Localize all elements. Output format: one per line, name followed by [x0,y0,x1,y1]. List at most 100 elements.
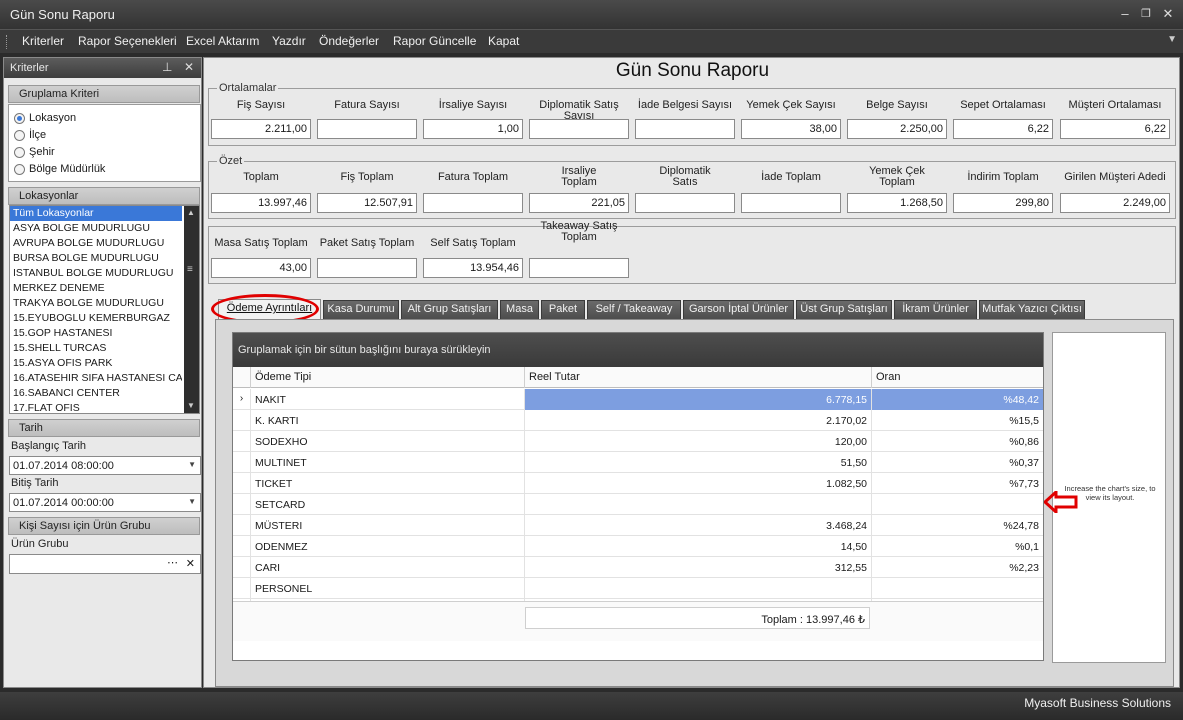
cell-reel-tutar[interactable]: 120,00 [524,431,871,452]
field-value[interactable]: 13.954,46 [423,258,523,278]
cell-oran[interactable]: %7,73 [871,473,1043,494]
tab-6[interactable]: Garson İptal Ürünler [683,300,794,319]
cell-odeme-tipi[interactable]: ODENMEZ [250,536,524,557]
menu-rapor-secenekleri[interactable]: Rapor Seçenekleri [78,34,177,48]
cell-reel-tutar[interactable]: 3.468,24 [524,515,871,536]
menu-yazdir[interactable]: Yazdır [272,34,306,48]
location-item[interactable]: MERKEZ DENEME [10,281,182,296]
start-date-field[interactable]: 01.07.2014 08:00:00 ▼ [9,456,201,475]
group-panel[interactable]: Gruplamak için bir sütun başlığını buray… [233,333,1043,367]
radio-ilce[interactable]: İlçe [14,127,46,143]
cell-odeme-tipi[interactable]: SETCARD [250,494,524,515]
location-item[interactable]: Tüm Lokasyonlar [10,206,182,221]
location-item[interactable]: 16.SABANCI CENTER [10,386,182,401]
table-row[interactable]: ODENMEZ 14,50 %0,1 [233,536,1043,557]
close-panel-icon[interactable]: ✕ [184,60,194,74]
location-item[interactable]: AVRUPA BOLGE MUDURLUGU [10,236,182,251]
field-value[interactable]: 1,00 [423,119,523,139]
radio-sehir[interactable]: Şehir [14,144,55,160]
field-value[interactable]: 6,22 [953,119,1053,139]
cell-odeme-tipi[interactable]: SODEXHO [250,431,524,452]
field-value[interactable]: 299,80 [953,193,1053,213]
cell-reel-tutar[interactable]: 312,55 [524,557,871,578]
field-value[interactable]: 43,00 [211,258,311,278]
table-row[interactable]: TICKET 1.082,50 %7,73 [233,473,1043,494]
field-value[interactable] [529,119,629,139]
field-value[interactable]: 221,05 [529,193,629,213]
menu-kapat[interactable]: Kapat [488,34,519,48]
cell-oran[interactable] [871,494,1043,515]
cell-reel-tutar[interactable]: 6.778,15 [524,389,871,410]
cell-odeme-tipi[interactable]: PERSONEL [250,578,524,599]
tab-7[interactable]: Üst Grup Satışları [796,300,892,319]
menu-kriterler[interactable]: Kriterler [22,34,64,48]
field-value[interactable]: 2.250,00 [847,119,947,139]
field-value[interactable]: 6,22 [1060,119,1170,139]
cell-oran[interactable]: %2,23 [871,557,1043,578]
field-value[interactable] [635,193,735,213]
table-row[interactable]: SETCARD [233,494,1043,515]
location-item[interactable]: 16.ATASEHIR SIFA HASTANESI CA [10,371,182,386]
menu-excel-aktarim[interactable]: Excel Aktarım [186,34,259,48]
dropdown-arrow-icon[interactable]: ▼ [188,460,196,469]
table-row[interactable]: › NAKIT 6.778,15 %48,42 [233,389,1043,410]
location-item[interactable]: 15.ASYA OFIS PARK [10,356,182,371]
tab-3[interactable]: Masa [500,300,539,319]
tab-2[interactable]: Alt Grup Satışları [401,300,498,319]
cell-reel-tutar[interactable] [524,494,871,515]
cell-oran[interactable]: %48,42 [871,389,1043,410]
column-header-odeme-tipi[interactable]: Ödeme Tipi [250,367,524,388]
field-value[interactable]: 13.997,46 [211,193,311,213]
cell-odeme-tipi[interactable]: NAKIT [250,389,524,410]
locations-scrollbar[interactable]: ▲ ≡ ▼ [184,206,199,413]
scroll-grip-icon[interactable]: ≡ [187,264,193,275]
field-value[interactable] [423,193,523,213]
cell-odeme-tipi[interactable]: TICKET [250,473,524,494]
menu-overflow-icon[interactable]: ▼ [1167,34,1177,45]
table-row[interactable]: SODEXHO 120,00 %0,86 [233,431,1043,452]
cell-oran[interactable] [871,578,1043,599]
cell-reel-tutar[interactable]: 1.082,50 [524,473,871,494]
field-value[interactable]: 2.249,00 [1060,193,1170,213]
location-item[interactable]: ASYA BOLGE MUDURLUGU [10,221,182,236]
locations-list[interactable]: Tüm Lokasyonlar ASYA BOLGE MUDURLUGU AVRUP… [9,205,200,414]
field-value[interactable] [529,258,629,278]
pin-icon[interactable]: ⊥ [162,60,172,74]
maximize-button[interactable]: ❐ [1137,6,1155,22]
table-row[interactable]: CARI 312,55 %2,23 [233,557,1043,578]
scroll-up-icon[interactable]: ▲ [187,208,195,217]
cell-odeme-tipi[interactable]: CARI [250,557,524,578]
cell-reel-tutar[interactable]: 51,50 [524,452,871,473]
location-item[interactable]: BURSA BOLGE MUDURLUGU [10,251,182,266]
column-header-reel-tutar[interactable]: Reel Tutar [524,367,871,388]
table-row[interactable]: MULTINET 51,50 %0,37 [233,452,1043,473]
field-value[interactable] [317,258,417,278]
cell-reel-tutar[interactable]: 14,50 [524,536,871,557]
location-item[interactable]: TRAKYA BOLGE MUDURLUGU [10,296,182,311]
cell-oran[interactable]: %0,37 [871,452,1043,473]
dropdown-arrow-icon[interactable]: ▼ [188,497,196,506]
location-item[interactable]: 15.EYUBOGLU KEMERBURGAZ [10,311,182,326]
column-header-oran[interactable]: Oran [871,367,1043,388]
clear-icon[interactable]: ✕ [186,557,195,570]
cell-reel-tutar[interactable]: 2.170,02 [524,410,871,431]
table-row[interactable]: PERSONEL [233,578,1043,599]
tab-9[interactable]: Mutfak Yazıcı Çıktısı [979,300,1085,319]
product-group-field[interactable]: ⋯ ✕ [9,554,201,574]
menu-rapor-guncelle[interactable]: Rapor Güncelle [393,34,476,48]
field-value[interactable]: 2.211,00 [211,119,311,139]
cell-oran[interactable]: %0,86 [871,431,1043,452]
minimize-button[interactable]: – [1116,6,1134,22]
cell-odeme-tipi[interactable]: MÜSTERI [250,515,524,536]
table-row[interactable]: MÜSTERI 3.468,24 %24,78 [233,515,1043,536]
cell-oran[interactable]: %24,78 [871,515,1043,536]
scroll-down-icon[interactable]: ▼ [187,401,195,410]
field-value[interactable] [317,119,417,139]
location-item[interactable]: 17.FLAT OFIS [10,401,182,413]
location-item[interactable]: 15.GOP HASTANESI [10,326,182,341]
field-value[interactable] [635,119,735,139]
ellipsis-button[interactable]: ⋯ [167,556,178,569]
location-item[interactable]: ISTANBUL BOLGE MUDURLUGU [10,266,182,281]
field-value[interactable]: 1.268,50 [847,193,947,213]
cell-odeme-tipi[interactable]: K. KARTI [250,410,524,431]
